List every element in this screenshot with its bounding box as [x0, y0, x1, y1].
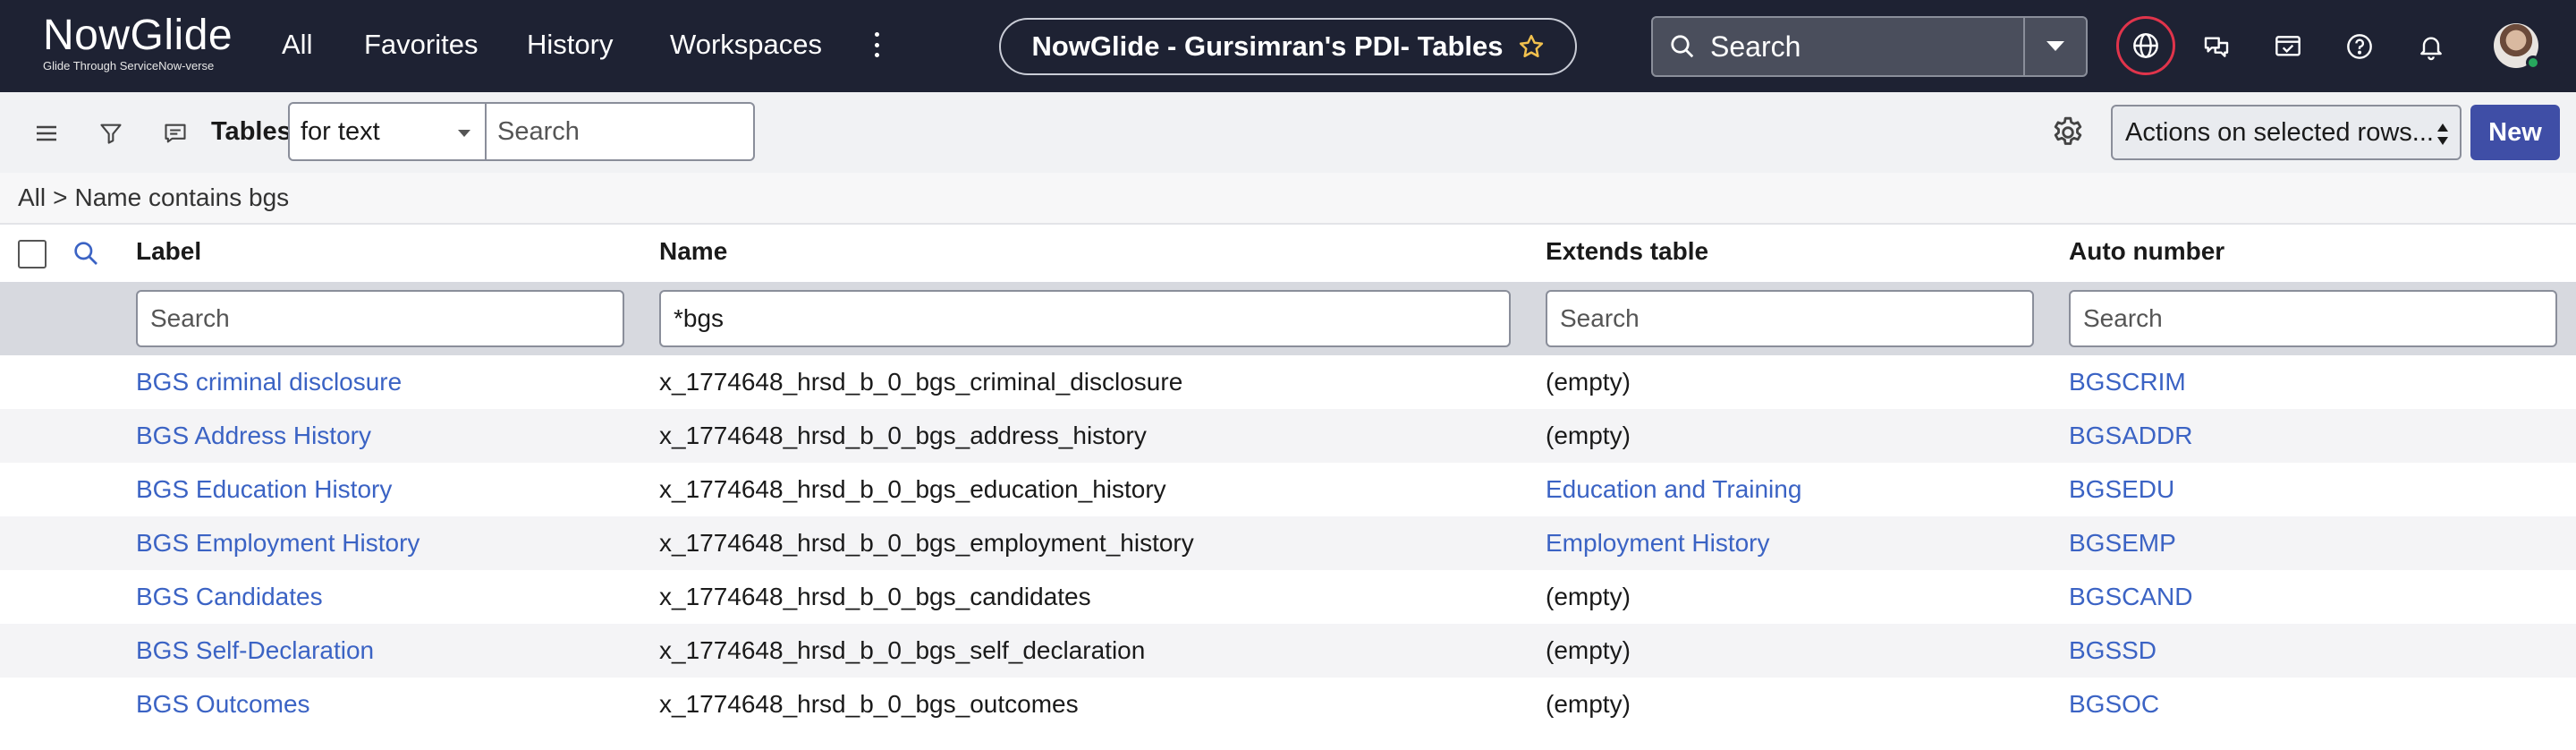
- table-row: BGS Outcomes x_1774648_hrsd_b_0_bgs_outco…: [0, 678, 2576, 731]
- row-label-link[interactable]: BGS Address History: [136, 420, 371, 452]
- nav-history[interactable]: History: [527, 27, 613, 63]
- row-extends-table[interactable]: Education and Training: [1546, 473, 1801, 506]
- actions-label: Actions on selected rows...: [2125, 117, 2434, 147]
- row-name: x_1774648_hrsd_b_0_bgs_employment_histor…: [659, 529, 1194, 557]
- filter-name-input[interactable]: *bgs: [659, 290, 1511, 347]
- column-header-label[interactable]: Label: [136, 237, 201, 266]
- updown-arrows-icon: [2437, 124, 2448, 145]
- filter-label-input[interactable]: Search: [136, 290, 624, 347]
- table-row: BGS Education History x_1774648_hrsd_b_0_…: [0, 463, 2576, 516]
- row-extends-table: (empty): [1546, 636, 1631, 664]
- search-scope-dropdown[interactable]: [2025, 18, 2086, 75]
- page-title: NowGlide - Gursimran's PDI- Tables: [1031, 30, 1504, 62]
- row-label-link[interactable]: BGS criminal disclosure: [136, 366, 402, 398]
- breadcrumb-all[interactable]: All: [18, 183, 46, 212]
- row-label-link[interactable]: BGS Outcomes: [136, 688, 310, 720]
- column-header-auto-number[interactable]: Auto number: [2069, 237, 2224, 266]
- row-extends-table: (empty): [1546, 690, 1631, 718]
- nav-favorites[interactable]: Favorites: [364, 27, 478, 63]
- table-row: BGS Candidates x_1774648_hrsd_b_0_bgs_can…: [0, 570, 2576, 624]
- brand-logo[interactable]: NowGlide Glide Through ServiceNow-verse: [43, 13, 233, 73]
- search-field-value: for text: [301, 116, 380, 146]
- global-search-input[interactable]: Search: [1653, 18, 2025, 75]
- help-button[interactable]: [2336, 23, 2383, 70]
- row-name: x_1774648_hrsd_b_0_bgs_criminal_disclosu…: [659, 368, 1183, 396]
- chat-icon: [2204, 37, 2229, 57]
- row-name: x_1774648_hrsd_b_0_bgs_candidates: [659, 583, 1091, 610]
- list-search-input[interactable]: Search: [487, 102, 755, 161]
- chat-button[interactable]: [2193, 23, 2240, 70]
- row-auto-number-link[interactable]: BGSCRIM: [2069, 366, 2186, 398]
- list-title: Tables: [211, 117, 292, 146]
- chevron-down-icon: [2046, 41, 2064, 51]
- favorite-star-icon[interactable]: [1518, 33, 1545, 60]
- global-search: Search: [1651, 16, 2088, 77]
- row-extends-table[interactable]: Employment History: [1546, 527, 1770, 559]
- table-row: BGS criminal disclosure x_1774648_hrsd_b_…: [0, 355, 2576, 409]
- brand-tagline: Glide Through ServiceNow-verse: [43, 59, 215, 72]
- table-row: BGS Address History x_1774648_hrsd_b_0_bg…: [0, 409, 2576, 463]
- row-name: x_1774648_hrsd_b_0_bgs_education_history: [659, 475, 1166, 503]
- workspace-icon: [2275, 36, 2301, 56]
- row-extends-table: (empty): [1546, 583, 1631, 610]
- table-row: BGS Self-Declaration x_1774648_hrsd_b_0_b…: [0, 624, 2576, 678]
- row-auto-number-link[interactable]: BGSOC: [2069, 688, 2159, 720]
- row-label-link[interactable]: BGS Candidates: [136, 581, 323, 613]
- row-auto-number-link[interactable]: BGSEDU: [2069, 473, 2174, 506]
- row-label-link[interactable]: BGS Employment History: [136, 527, 419, 559]
- row-label-link[interactable]: BGS Education History: [136, 473, 392, 506]
- nav-workspaces[interactable]: Workspaces: [670, 27, 822, 63]
- notifications-button[interactable]: [2408, 23, 2454, 70]
- select-all-checkbox[interactable]: [18, 240, 47, 268]
- table-header: Label Name Extends table Auto number: [0, 225, 2576, 282]
- new-button[interactable]: New: [2470, 105, 2560, 160]
- user-avatar[interactable]: [2494, 23, 2540, 70]
- globe-icon: [2133, 33, 2158, 58]
- row-extends-table: (empty): [1546, 368, 1631, 396]
- column-header-name[interactable]: Name: [659, 237, 727, 266]
- row-name: x_1774648_hrsd_b_0_bgs_address_history: [659, 422, 1147, 449]
- column-filter-row: Search *bgs Search Search: [0, 282, 2576, 355]
- comment-icon: [165, 124, 186, 143]
- search-icon: [1671, 35, 1694, 58]
- breadcrumb: All > Name contains bgs: [0, 173, 2576, 225]
- row-auto-number-link[interactable]: BGSSD: [2069, 635, 2157, 667]
- online-status-dot: [2526, 55, 2540, 70]
- filter-icon: [100, 124, 122, 144]
- breadcrumb-condition[interactable]: Name contains bgs: [74, 183, 289, 212]
- row-auto-number-link[interactable]: BGSADDR: [2069, 420, 2192, 452]
- row-extends-table: (empty): [1546, 422, 1631, 449]
- row-name: x_1774648_hrsd_b_0_bgs_self_declaration: [659, 636, 1146, 664]
- table-row: BGS Employment History x_1774648_hrsd_b_0…: [0, 516, 2576, 570]
- workspace-switcher-button[interactable]: [2265, 23, 2311, 70]
- row-name: x_1774648_hrsd_b_0_bgs_outcomes: [659, 690, 1079, 718]
- filter-button[interactable]: [93, 115, 129, 151]
- list-comments-button[interactable]: [157, 115, 193, 151]
- help-icon: [2347, 34, 2372, 59]
- column-search-toggle-icon[interactable]: [72, 239, 100, 268]
- gear-icon[interactable]: [2050, 115, 2086, 150]
- bell-icon: [2420, 37, 2442, 61]
- more-menu-icon[interactable]: [869, 29, 884, 61]
- actions-on-selected-rows-select[interactable]: Actions on selected rows...: [2111, 105, 2462, 160]
- breadcrumb-separator: >: [53, 183, 68, 211]
- hamburger-icon: [37, 125, 56, 141]
- row-auto-number-link[interactable]: BGSCAND: [2069, 581, 2192, 613]
- list-search-placeholder: Search: [497, 116, 580, 146]
- filter-extends-input[interactable]: Search: [1546, 290, 2034, 347]
- filter-auto-number-input[interactable]: Search: [2069, 290, 2557, 347]
- column-header-extends-table[interactable]: Extends table: [1546, 237, 1708, 266]
- search-field-select[interactable]: for text: [288, 102, 487, 161]
- page-title-pill: NowGlide - Gursimran's PDI- Tables: [999, 18, 1577, 75]
- top-navigation-bar: NowGlide Glide Through ServiceNow-verse …: [0, 0, 2576, 92]
- global-search-placeholder: Search: [1710, 30, 1801, 63]
- language-globe-button[interactable]: [2116, 16, 2175, 75]
- list-menu-button[interactable]: [29, 115, 64, 151]
- row-auto-number-link[interactable]: BGSEMP: [2069, 527, 2176, 559]
- row-label-link[interactable]: BGS Self-Declaration: [136, 635, 374, 667]
- nav-all[interactable]: All: [282, 27, 312, 63]
- caret-down-icon: [458, 130, 470, 137]
- brand-name: NowGlide: [43, 12, 233, 59]
